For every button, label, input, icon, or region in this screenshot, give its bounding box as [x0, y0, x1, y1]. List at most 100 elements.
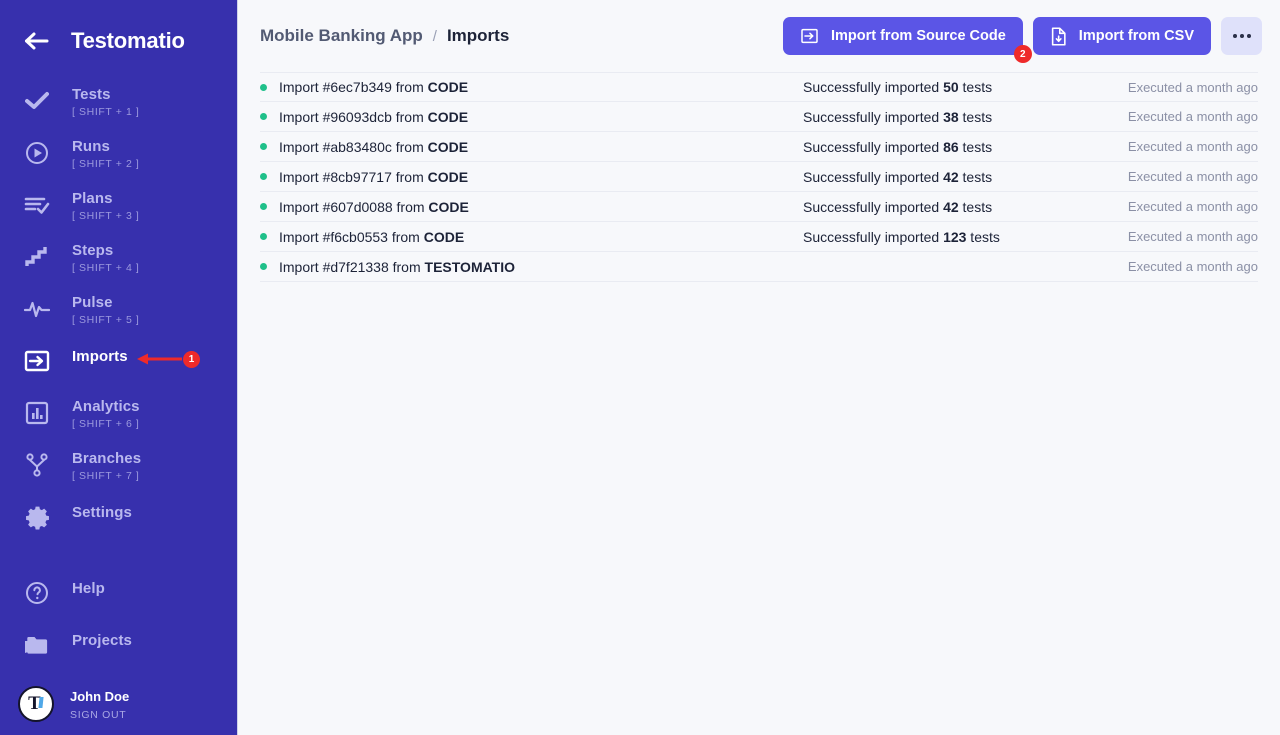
sidebar-item-label: Tests — [72, 87, 139, 102]
sidebar-item-hint: [ SHIFT + 1 ] — [72, 107, 139, 118]
import-source: CODE — [428, 199, 468, 215]
breadcrumb: Mobile Banking App / Imports — [260, 26, 773, 46]
status-dot-icon — [260, 84, 267, 91]
import-title: Import #6ec7b349 from — [279, 79, 428, 95]
status-suffix: tests — [959, 169, 992, 185]
app-root: Testomatio Tests [ SHIFT + 1 ] — [0, 0, 1280, 735]
sidebar-item-hint: [ SHIFT + 7 ] — [72, 471, 141, 482]
nav-divider-space — [0, 550, 237, 574]
import-status-cell: Successfully imported 50 tests — [803, 79, 1058, 95]
sidebar: Testomatio Tests [ SHIFT + 1 ] — [0, 0, 237, 735]
status-dot-icon — [260, 173, 267, 180]
sidebar-item-tests[interactable]: Tests [ SHIFT + 1 ] — [0, 82, 237, 134]
sidebar-item-label: Pulse — [72, 295, 139, 310]
import-from-csv-button[interactable]: Import from CSV — [1033, 17, 1211, 55]
sidebar-item-projects[interactable]: Projects — [0, 626, 237, 678]
import-title: Import #96093dcb from — [279, 109, 428, 125]
sidebar-item-label: Branches — [72, 451, 141, 466]
status-dot-icon — [260, 263, 267, 270]
profile-block[interactable]: T John Doe SIGN OUT — [0, 678, 237, 730]
import-from-source-code-button[interactable]: Import from Source Code 2 — [783, 17, 1023, 55]
file-download-icon — [1050, 27, 1067, 46]
import-source: CODE — [428, 79, 468, 95]
folder-icon — [22, 630, 52, 660]
gear-icon — [22, 502, 52, 532]
table-row[interactable]: Import #ab83480c from CODE Successfully … — [260, 132, 1258, 162]
ellipsis-icon — [1233, 34, 1251, 38]
avatar: T — [18, 686, 54, 722]
brand-title: Testomatio — [71, 28, 185, 54]
import-title-cell: Import #ab83480c from CODE — [260, 139, 803, 155]
import-title-cell: Import #d7f21338 from TESTOMATIO — [260, 259, 803, 275]
pulse-icon — [22, 294, 52, 324]
import-status-cell: Successfully imported 38 tests — [803, 109, 1058, 125]
sidebar-header: Testomatio — [0, 0, 237, 82]
table-row[interactable]: Import #607d0088 from CODE Successfully … — [260, 192, 1258, 222]
play-circle-icon — [22, 138, 52, 168]
status-count: 38 — [943, 109, 959, 125]
sidebar-item-imports[interactable]: Imports — [0, 342, 237, 394]
more-options-button[interactable] — [1221, 17, 1262, 55]
back-arrow-icon[interactable] — [22, 26, 52, 56]
sidebar-item-label: Imports — [72, 349, 128, 364]
sign-out-link[interactable]: SIGN OUT — [70, 709, 129, 721]
import-time: Executed a month ago — [1058, 80, 1258, 95]
table-row[interactable]: Import #96093dcb from CODE Successfully … — [260, 102, 1258, 132]
sidebar-item-label: Projects — [72, 633, 132, 648]
table-row[interactable]: Import #f6cb0553 from CODE Successfully … — [260, 222, 1258, 252]
import-icon — [800, 27, 819, 45]
status-suffix: tests — [959, 79, 992, 95]
import-title-cell: Import #f6cb0553 from CODE — [260, 229, 803, 245]
arrow-left-annotation-icon — [136, 350, 184, 368]
breadcrumb-current: Imports — [447, 26, 509, 46]
import-source: TESTOMATIO — [425, 259, 515, 275]
sidebar-item-analytics[interactable]: Analytics [ SHIFT + 6 ] — [0, 394, 237, 446]
status-prefix: Successfully imported — [803, 139, 943, 155]
sidebar-item-plans[interactable]: Plans [ SHIFT + 3 ] — [0, 186, 237, 238]
sidebar-item-help[interactable]: Help — [0, 574, 237, 626]
table-row[interactable]: Import #d7f21338 from TESTOMATIO Execute… — [260, 252, 1258, 282]
status-dot-icon — [260, 113, 267, 120]
status-dot-icon — [260, 203, 267, 210]
status-dot-icon — [260, 233, 267, 240]
sidebar-item-hint: [ SHIFT + 5 ] — [72, 315, 139, 326]
status-count: 50 — [943, 79, 959, 95]
import-title-cell: Import #607d0088 from CODE — [260, 199, 803, 215]
table-row[interactable]: Import #6ec7b349 from CODE Successfully … — [260, 72, 1258, 102]
main-content: Mobile Banking App / Imports Import from… — [237, 0, 1280, 735]
sidebar-item-hint: [ SHIFT + 3 ] — [72, 211, 139, 222]
status-count: 86 — [943, 139, 959, 155]
sidebar-item-steps[interactable]: Steps [ SHIFT + 4 ] — [0, 238, 237, 290]
import-source: CODE — [428, 139, 468, 155]
sidebar-item-label: Help — [72, 581, 105, 596]
branch-icon — [22, 450, 52, 480]
sidebar-item-runs[interactable]: Runs [ SHIFT + 2 ] — [0, 134, 237, 186]
import-title: Import #607d0088 from — [279, 199, 428, 215]
sidebar-item-hint: [ SHIFT + 6 ] — [72, 419, 140, 430]
import-source-badge: 2 — [1014, 45, 1032, 63]
import-icon — [22, 346, 52, 376]
status-prefix: Successfully imported — [803, 229, 943, 245]
status-suffix: tests — [959, 199, 992, 215]
sidebar-item-pulse[interactable]: Pulse [ SHIFT + 5 ] — [0, 290, 237, 342]
status-suffix: tests — [959, 139, 992, 155]
import-title: Import #d7f21338 from — [279, 259, 425, 275]
sidebar-item-label: Steps — [72, 243, 139, 258]
breadcrumb-project[interactable]: Mobile Banking App — [260, 26, 423, 46]
import-status-cell: Successfully imported 42 tests — [803, 199, 1058, 215]
sidebar-nav: Tests [ SHIFT + 1 ] Runs [ SHIFT + 2 ] — [0, 82, 237, 730]
annotation-badge: 1 — [183, 351, 200, 368]
import-title: Import #f6cb0553 from — [279, 229, 424, 245]
import-from-csv-label: Import from CSV — [1079, 28, 1194, 44]
imports-list: Import #6ec7b349 from CODE Successfully … — [238, 72, 1280, 282]
status-dot-icon — [260, 143, 267, 150]
import-status-cell: Successfully imported 86 tests — [803, 139, 1058, 155]
question-circle-icon — [22, 578, 52, 608]
sidebar-item-branches[interactable]: Branches [ SHIFT + 7 ] — [0, 446, 237, 498]
sidebar-item-hint: [ SHIFT + 4 ] — [72, 263, 139, 274]
import-title-cell: Import #96093dcb from CODE — [260, 109, 803, 125]
table-row[interactable]: Import #8cb97717 from CODE Successfully … — [260, 162, 1258, 192]
sidebar-item-label: Settings — [72, 505, 132, 520]
sidebar-item-settings[interactable]: Settings — [0, 498, 237, 550]
breadcrumb-separator: / — [433, 28, 437, 45]
